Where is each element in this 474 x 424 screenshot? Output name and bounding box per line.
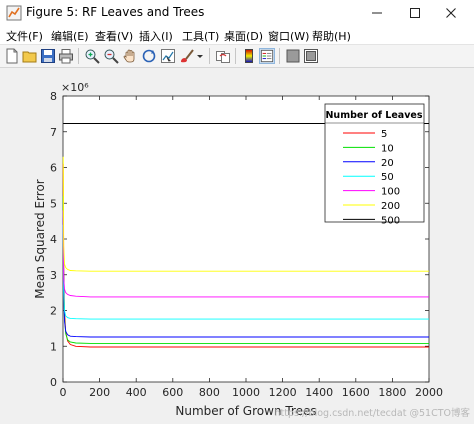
x-tick-label: 1400: [305, 386, 333, 399]
legend-entry-label: 500: [381, 215, 400, 226]
menu-help[interactable]: 帮助(H): [312, 28, 351, 44]
x-tick-label: 1800: [378, 386, 406, 399]
y-tick-label: 1: [50, 340, 57, 353]
zoom-out-icon[interactable]: [103, 48, 119, 64]
y-tick-label: 5: [50, 197, 57, 210]
brush-icon[interactable]: [179, 48, 195, 64]
x-tick-label: 1600: [342, 386, 370, 399]
matlab-figure-icon: [6, 5, 22, 21]
y-tick-label: 0: [50, 376, 57, 389]
legend-entry-label: 50: [381, 172, 394, 183]
pan-icon[interactable]: [122, 48, 138, 64]
legend-entry-label: 5: [381, 129, 387, 140]
legend-title: Number of Leaves: [325, 110, 422, 121]
legend-entry-label: 20: [381, 158, 394, 169]
watermark-text: https://blog.csdn.net/tecdat @51CTO博客: [274, 407, 470, 419]
title-bar: Figure 5: RF Leaves and Trees: [0, 0, 474, 26]
menu-tools[interactable]: 工具(T): [182, 28, 219, 44]
menu-edit[interactable]: 编辑(E): [51, 28, 89, 44]
link-icon[interactable]: [215, 48, 231, 64]
x-tick-label: 600: [162, 386, 183, 399]
figure-area: ×10⁶ Number of Grown Trees Mean Squared …: [0, 68, 474, 424]
window-title: Figure 5: RF Leaves and Trees: [26, 5, 205, 19]
menu-desktop[interactable]: 桌面(D): [224, 28, 263, 44]
y-tick-label: 2: [50, 305, 57, 318]
brush-dropdown-icon[interactable]: [195, 48, 205, 64]
axis-exponent-label: ×10⁶: [61, 81, 89, 94]
zoom-in-icon[interactable]: [84, 48, 100, 64]
minimize-icon: [372, 12, 382, 13]
legend-box: [324, 103, 425, 223]
figure-window: Figure 5: RF Leaves and Trees 文件(F) 编辑(E…: [0, 0, 474, 424]
y-tick-label: 6: [50, 162, 57, 175]
close-button[interactable]: [428, 0, 474, 26]
open-icon[interactable]: [22, 48, 38, 64]
figure-toolbar: [0, 45, 474, 68]
y-axis-label: Mean Squared Error: [33, 179, 47, 299]
new-figure-icon[interactable]: [4, 48, 20, 64]
legend-icon[interactable]: [259, 48, 275, 64]
maximize-icon: [410, 7, 420, 18]
menu-window[interactable]: 窗口(W): [268, 28, 309, 44]
menu-file[interactable]: 文件(F): [6, 28, 43, 44]
toolbar-separator: [235, 48, 236, 64]
print-icon[interactable]: [58, 48, 74, 64]
legend-entry-label: 100: [381, 187, 400, 198]
legend-entry-label: 10: [381, 143, 394, 154]
x-tick-label: 0: [60, 386, 67, 399]
y-tick-label: 8: [50, 90, 57, 103]
show-plot-tools-icon[interactable]: [303, 48, 319, 64]
menu-bar: 文件(F) 编辑(E) 查看(V) 插入(I) 工具(T) 桌面(D) 窗口(W…: [0, 26, 474, 45]
hide-plot-tools-icon[interactable]: [285, 48, 301, 64]
x-tick-label: 400: [126, 386, 147, 399]
save-icon[interactable]: [40, 48, 56, 64]
x-tick-label: 200: [89, 386, 110, 399]
toolbar-separator: [279, 48, 280, 64]
y-tick-label: 3: [50, 269, 57, 282]
x-tick-label: 1200: [269, 386, 297, 399]
y-tick-label: 4: [50, 233, 57, 246]
legend[interactable]: Number of Leaves 5 10 20 50 100 200 500: [324, 103, 425, 226]
y-tick-label: 7: [50, 126, 57, 139]
legend-entry-label: 200: [381, 201, 400, 212]
toolbar-separator: [78, 48, 79, 64]
x-tick-label: 1000: [232, 386, 260, 399]
colorbar-icon[interactable]: [241, 48, 257, 64]
x-tick-label: 800: [199, 386, 220, 399]
x-tick-label: 2000: [415, 386, 443, 399]
toolbar-separator: [209, 48, 210, 64]
data-cursor-icon[interactable]: [160, 48, 176, 64]
menu-insert[interactable]: 插入(I): [139, 28, 173, 44]
menu-view[interactable]: 查看(V): [95, 28, 133, 44]
close-icon: [446, 7, 456, 18]
line-chart: ×10⁶ Number of Grown Trees Mean Squared …: [33, 81, 470, 419]
rotate-icon[interactable]: [141, 48, 157, 64]
